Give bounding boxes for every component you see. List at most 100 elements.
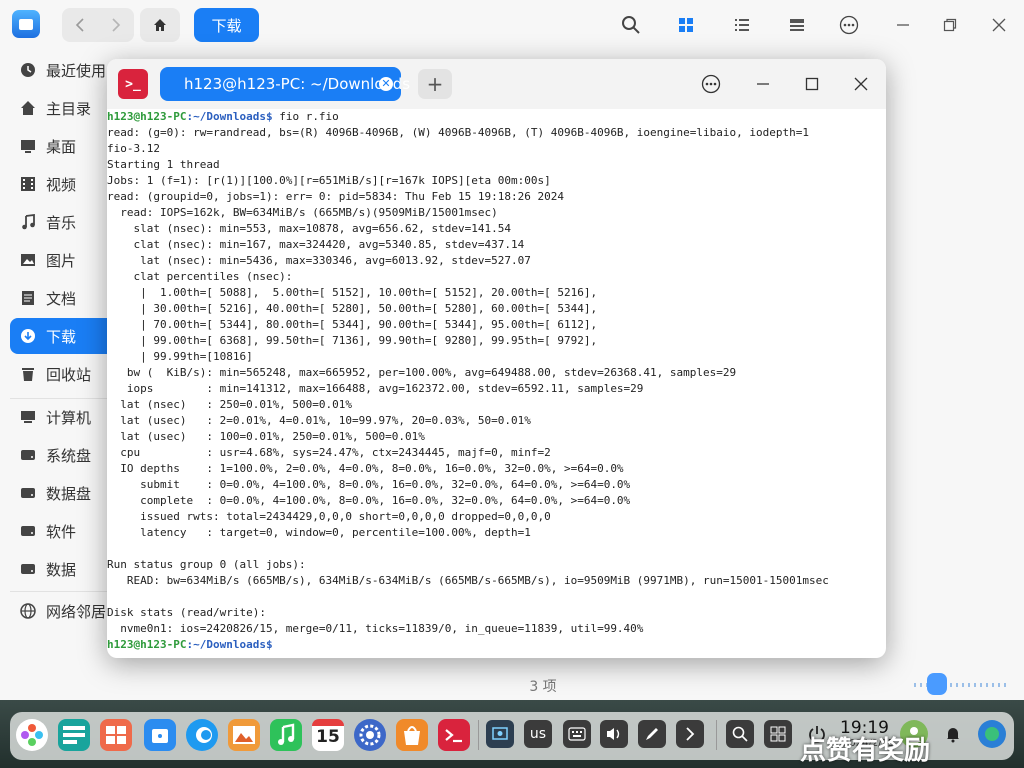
terminal-minimize-button[interactable] — [750, 71, 776, 97]
detail-view-button[interactable] — [784, 12, 810, 38]
command-line: h123@h123-PC:~/Downloads$ fio r.fio — [107, 109, 886, 125]
new-tab-button[interactable]: + — [418, 69, 452, 99]
home-icon — [154, 19, 166, 31]
terminal-output-line: read: (g=0): rw=randread, bs=(R) 4096B-4… — [107, 126, 809, 139]
settings-icon[interactable] — [354, 719, 386, 751]
list-view-button[interactable] — [729, 12, 755, 38]
computer-icon — [20, 409, 36, 425]
sidebar-item-label: 数据盘 — [46, 484, 92, 503]
sidebar-item-data[interactable]: 数据 — [10, 551, 120, 587]
terminal-output-line: Jobs: 1 (f=1): [r(1)][100.0%][r=651MiB/s… — [107, 174, 551, 187]
zoom-slider-handle[interactable] — [927, 673, 947, 695]
sidebar-item-pictures[interactable]: 图片 — [10, 242, 120, 278]
sidebar-item-downloads[interactable]: 下载 — [10, 318, 120, 354]
sidebar-item-desktop[interactable]: 桌面 — [10, 128, 120, 164]
terminal-output-line: Disk stats (read/write): — [107, 606, 266, 619]
terminal-maximize-button[interactable] — [799, 71, 825, 97]
sidebar-item-computer[interactable]: 计算机 — [10, 399, 120, 435]
sidebar-item-data-disk[interactable]: 数据盘 — [10, 475, 120, 511]
search-button[interactable] — [618, 12, 644, 38]
forward-button[interactable] — [98, 8, 134, 42]
terminal-tab-title: h123@h123-PC: ~/Downloads — [184, 75, 411, 93]
pen-icon[interactable] — [638, 720, 666, 748]
fm-maximize-button[interactable] — [937, 12, 963, 38]
terminal-output-line: | 99.99th=[10816] — [107, 350, 253, 363]
sidebar-item-home[interactable]: 主目录 — [10, 90, 120, 126]
terminal-menu-button[interactable] — [698, 71, 724, 97]
terminal-titlebar: >_ h123@h123-PC: ~/Downloads ✕ + — [107, 59, 886, 109]
watermark-text: 点赞有奖励 — [800, 736, 931, 766]
sidebar-item-videos[interactable]: 视频 — [10, 166, 120, 202]
sidebar-item-label: 文档 — [46, 289, 77, 308]
terminal-output-line: lat (usec) : 100=0.01%, 250=0.01%, 500=0… — [107, 430, 425, 443]
sidebar-item-recent[interactable]: 最近使用 — [10, 52, 120, 88]
chevron-left-icon — [75, 18, 84, 32]
list-view-icon — [735, 19, 749, 31]
terminal-window: >_ h123@h123-PC: ~/Downloads ✕ + h123@h1… — [107, 59, 886, 658]
terminal-output-area[interactable]: h123@h123-PC:~/Downloads$ fio r.fio read… — [107, 109, 886, 658]
file-manager-icon[interactable] — [144, 719, 176, 751]
grid-icon[interactable] — [764, 720, 792, 748]
sidebar-item-trash[interactable]: 回收站 — [10, 356, 120, 392]
music-icon[interactable] — [270, 719, 302, 751]
terminal-output-line: fio-3.12 — [107, 142, 160, 155]
more-icon — [839, 15, 859, 35]
sidebar-item-software[interactable]: 软件 — [10, 513, 120, 549]
crumb-downloads-button[interactable]: 下载 — [194, 8, 259, 42]
terminal-output-line: iops : min=141312, max=166488, avg=16237… — [107, 382, 644, 395]
sidebar-item-label: 软件 — [46, 522, 77, 541]
browser-icon[interactable] — [186, 719, 218, 751]
sidebar-item-label: 回收站 — [46, 365, 92, 384]
search-icon[interactable] — [726, 720, 754, 748]
prompt-user: h123@h123-PC — [107, 638, 187, 651]
prompt-user: h123@h123-PC — [107, 110, 187, 123]
terminal-output-line: read: IOPS=162k, BW=634MiB/s (665MB/s)(9… — [107, 206, 498, 219]
terminal-tab[interactable]: h123@h123-PC: ~/Downloads ✕ — [160, 67, 410, 101]
taskbar: 15 us 19:19 2024/2/15 点赞有奖励 — [0, 700, 1024, 768]
fm-close-button[interactable] — [986, 12, 1012, 38]
icon-view-button[interactable] — [673, 12, 699, 38]
image-viewer-icon[interactable] — [228, 719, 260, 751]
back-button[interactable] — [62, 8, 98, 42]
multitask-icon[interactable] — [100, 719, 132, 751]
calendar-icon[interactable]: 15 — [312, 719, 344, 751]
terminal-output-line: latency : target=0, window=0, percentile… — [107, 526, 531, 539]
sidebar-item-network[interactable]: 网络邻居 — [10, 593, 120, 629]
desktop-icon[interactable] — [58, 719, 90, 751]
search-icon — [622, 16, 640, 34]
calendar-day: 15 — [316, 727, 340, 747]
terminal-icon[interactable] — [438, 719, 470, 751]
prompt-path: :~/Downloads$ — [186, 110, 273, 123]
app-store-icon[interactable] — [396, 719, 428, 751]
sidebar-item-label: 计算机 — [46, 408, 92, 427]
sidebar-item-label: 视频 — [46, 175, 77, 194]
trash-icon — [20, 366, 36, 382]
sidebar-item-music[interactable]: 音乐 — [10, 204, 120, 240]
fm-minimize-button[interactable] — [890, 12, 916, 38]
document-icon — [20, 290, 36, 306]
volume-icon[interactable] — [600, 720, 628, 748]
home-crumb-button[interactable] — [140, 8, 180, 42]
sidebar-item-label: 主目录 — [46, 99, 92, 118]
minimize-icon — [897, 24, 909, 26]
launcher-icon[interactable] — [16, 719, 48, 751]
minimize-icon — [757, 83, 769, 85]
sidebar-item-system-disk[interactable]: 系统盘 — [10, 437, 120, 473]
chevron-right-icon[interactable] — [676, 720, 704, 748]
file-manager-titlebar: 下载 — [0, 0, 1024, 50]
keyboard-icon[interactable] — [563, 720, 591, 748]
dock-separator — [478, 720, 479, 750]
tab-close-icon[interactable]: ✕ — [379, 77, 393, 91]
clock-icon — [20, 62, 36, 78]
fm-menu-button[interactable] — [836, 12, 862, 38]
terminal-output-line: lat (nsec) : 250=0.01%, 500=0.01% — [107, 398, 353, 411]
terminal-close-button[interactable] — [848, 71, 874, 97]
current-prompt: h123@h123-PC:~/Downloads$ — [107, 637, 886, 653]
disk-icon — [20, 485, 36, 501]
input-method-button[interactable]: us — [524, 720, 552, 748]
item-count: 3 项 — [529, 679, 557, 695]
terminal-output-line: | 30.00th=[ 5216], 40.00th=[ 5280], 50.0… — [107, 302, 598, 315]
sidebar-item-documents[interactable]: 文档 — [10, 280, 120, 316]
screenshot-icon[interactable] — [486, 720, 514, 748]
